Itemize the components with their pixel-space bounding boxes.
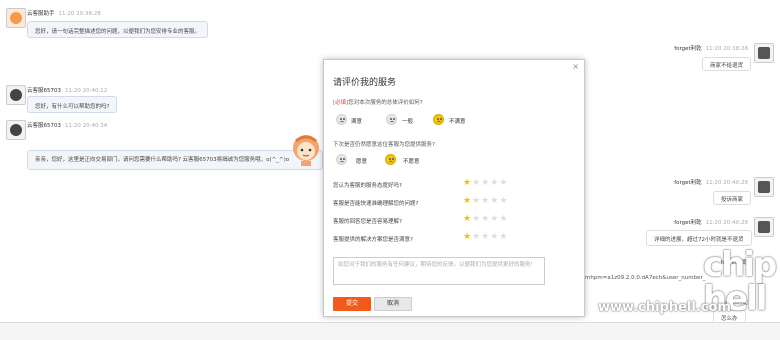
assistant-avatar [6, 8, 26, 28]
message-bubble: 您好，有什么可以帮助您的吗? [27, 96, 118, 113]
watermark-url: www.chiphell.com [598, 300, 731, 315]
agent-avatar [6, 120, 26, 140]
star-icon[interactable]: ★ [499, 214, 508, 224]
return-question: 下次是否仍然愿意这位客服为您提供服务? [333, 142, 435, 148]
star-icon[interactable]: ★ [481, 196, 490, 206]
message-sender: 云客服65703 11:20 20:40:12 [27, 88, 108, 94]
willing-smiley-icon[interactable] [336, 154, 347, 165]
star-icon[interactable]: ★ [481, 232, 490, 242]
message-sender: forget利乾 11:20 20:38:28 [674, 46, 748, 52]
star-rating[interactable]: ★★★★★ [463, 233, 508, 242]
user-avatar [754, 217, 774, 237]
cancel-button[interactable]: 取消 [374, 297, 412, 311]
star-icon[interactable]: ★ [481, 178, 490, 188]
service-rating-dialog: × 请评价我的服务 [必填]您对本次服务的总体评价如何? 满意 一般 不满意 下… [323, 59, 585, 317]
message-bubble: 投诉商家 [713, 191, 752, 205]
star-icon[interactable]: ★ [472, 214, 481, 224]
message-sender: 云客服65703 11:20 20:40:34 [27, 123, 108, 129]
mascot-icon [293, 135, 319, 166]
star-icon[interactable]: ★ [499, 196, 508, 206]
message-sender: forget利乾 11:20 20:40:28 [674, 220, 748, 226]
star-icon[interactable]: ★ [490, 214, 499, 224]
satisfied-smiley-icon[interactable] [336, 114, 347, 125]
option-unwilling[interactable]: 不愿意 [403, 157, 420, 165]
overall-question: [必填]您对本次服务的总体评价如何? [333, 100, 423, 106]
star-icon[interactable]: ★ [490, 232, 499, 242]
close-icon[interactable]: × [572, 62, 579, 71]
star-icon[interactable]: ★ [463, 178, 472, 188]
star-icon[interactable]: ★ [499, 178, 508, 188]
link-fragment[interactable]: cmhpm=a1z09.2.0.0.dA7ech&user_number_ [582, 275, 705, 281]
user-avatar [754, 177, 774, 197]
message-bubble: 亲亲，您好，这里是正向交易部门，请问您需要什么帮助吗? 云客服65703将竭诚为… [27, 150, 323, 170]
star-rating[interactable]: ★★★★★ [463, 179, 508, 188]
rating-question: 客服是否能快速准确理解您的问题? [333, 201, 419, 207]
unwilling-smiley-icon[interactable] [385, 154, 396, 165]
star-icon[interactable]: ★ [463, 232, 472, 242]
star-icon[interactable]: ★ [490, 178, 499, 188]
message-bubble: 详细的进展，超过72小时就是不退货 [646, 230, 752, 246]
star-icon[interactable]: ★ [463, 196, 472, 206]
star-icon[interactable]: ★ [481, 214, 490, 224]
rating-question: 您认为客服的服务态度好吗? [333, 183, 402, 189]
neutral-smiley-icon[interactable] [386, 114, 397, 125]
star-icon[interactable]: ★ [463, 214, 472, 224]
dialog-title: 请评价我的服务 [333, 78, 397, 88]
message-sender: forget利乾 11:20 20:40:28 [674, 180, 748, 186]
option-willing[interactable]: 愿意 [356, 157, 367, 165]
message-sender: 云客服助手 11:20 20:38:28 [27, 11, 101, 17]
feedback-input[interactable]: 如您对于我们的服务有任何建议，期待您的反馈，以便我们为您提供更好的服务! [333, 257, 545, 285]
user-avatar [754, 43, 774, 63]
star-icon[interactable]: ★ [499, 232, 508, 242]
option-satisfied[interactable]: 满意 [351, 117, 362, 125]
input-area[interactable] [0, 322, 780, 340]
option-neutral[interactable]: 一般 [402, 117, 413, 125]
star-rating[interactable]: ★★★★★ [463, 197, 508, 206]
rating-question: 客服的回答您是否容易理解? [333, 219, 402, 225]
star-icon[interactable]: ★ [472, 232, 481, 242]
submit-button[interactable]: 提交 [333, 297, 371, 311]
star-icon[interactable]: ★ [472, 196, 481, 206]
message-bubble: 商家不给退货 [702, 57, 752, 71]
agent-avatar [6, 85, 26, 105]
unsatisfied-smiley-icon[interactable] [433, 114, 444, 125]
star-icon[interactable]: ★ [472, 178, 481, 188]
message-bubble: 您好，请一句话完整描述您的问题，以便我们为您安排专业的客服。 [27, 21, 209, 38]
star-rating[interactable]: ★★★★★ [463, 215, 508, 224]
required-tag: [必填] [333, 100, 349, 106]
rating-question: 客服提供的解决方案您是否满意? [333, 237, 413, 243]
option-unsatisfied[interactable]: 不满意 [449, 117, 466, 125]
star-icon[interactable]: ★ [490, 196, 499, 206]
